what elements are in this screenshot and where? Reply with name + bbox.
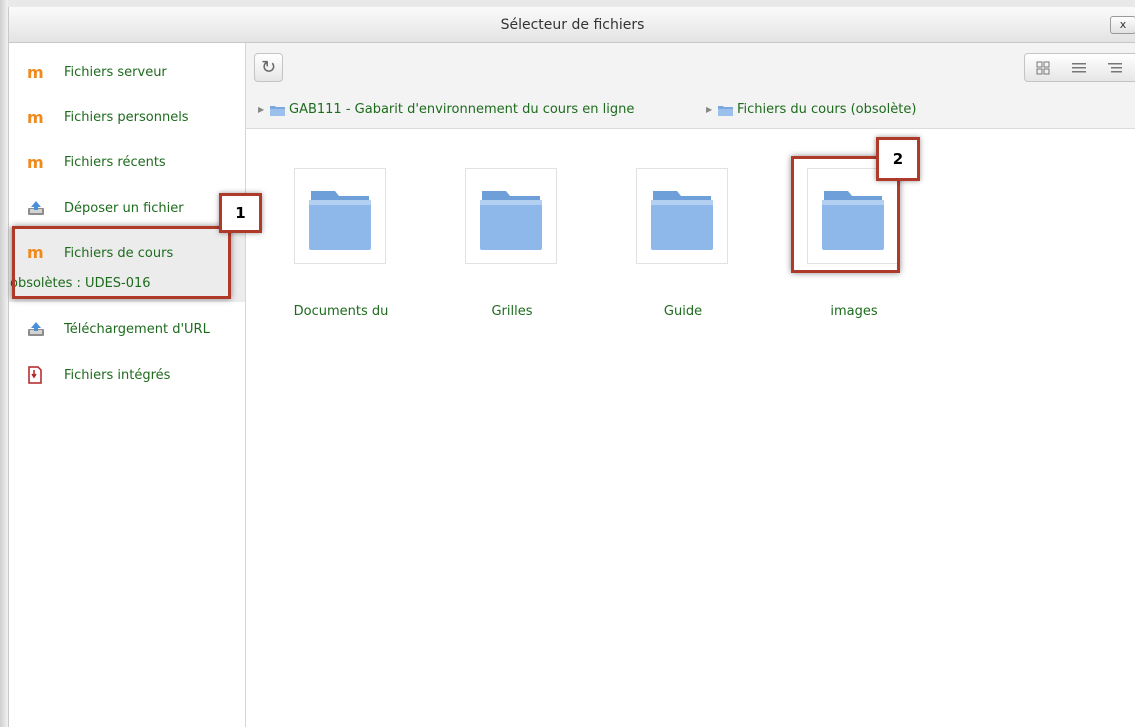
folder-label: images — [830, 304, 878, 319]
background-strip — [0, 0, 1135, 7]
sidebar-item-url-download[interactable]: Téléchargement d'URL — [9, 313, 245, 343]
breadcrumb-item-legacy-files[interactable]: Fichiers du cours (obsolète) — [737, 102, 916, 117]
sidebar-item-label: Déposer un fichier — [64, 201, 184, 216]
close-icon: x — [1119, 18, 1127, 31]
grid-icon — [1036, 61, 1050, 74]
icons-view-button[interactable] — [1025, 54, 1061, 81]
sidebar-item-label: Fichiers personnels — [64, 110, 189, 125]
list-icon — [1072, 62, 1086, 72]
dialog-title: Sélecteur de fichiers — [500, 17, 645, 33]
toolbar: ↻ — [246, 43, 1135, 93]
sidebar-item-label: Fichiers intégrés — [64, 368, 171, 383]
sidebar-item-recent-files[interactable]: m Fichiers récents — [9, 147, 245, 177]
tree-view-button[interactable] — [1097, 54, 1133, 81]
repository-sidebar: m Fichiers serveur m Fichiers personnels… — [9, 43, 246, 727]
sidebar-item-label: Téléchargement d'URL — [64, 322, 210, 337]
folder-icon — [718, 106, 733, 116]
breadcrumb: ▶ GAB111 - Gabarit d'environnement du co… — [246, 93, 1135, 129]
view-switcher — [1024, 53, 1135, 82]
sidebar-item-private-files[interactable]: m Fichiers personnels — [9, 102, 245, 132]
moodle-icon: m — [27, 153, 44, 172]
breadcrumb-separator-icon: ▶ — [706, 105, 713, 114]
tree-icon — [1108, 62, 1122, 72]
file-picker-dialog: Sélecteur de fichiers x m Fichiers serve… — [8, 7, 1135, 727]
list-view-button[interactable] — [1061, 54, 1097, 81]
folder-thumbnail — [636, 168, 728, 264]
folder-icon — [270, 106, 285, 116]
dialog-titlebar: Sélecteur de fichiers x — [9, 7, 1135, 43]
folder-thumbnail — [465, 168, 557, 264]
folder-icon — [480, 191, 542, 250]
sidebar-item-label: Fichiers récents — [64, 155, 166, 170]
refresh-button[interactable]: ↻ — [254, 53, 283, 82]
moodle-icon: m — [27, 63, 44, 82]
breadcrumb-item-course[interactable]: GAB111 - Gabarit d'environnement du cour… — [289, 102, 634, 117]
folder-label: Documents du — [293, 304, 389, 319]
folder-label: Grilles — [491, 304, 533, 319]
folder-icon — [309, 191, 371, 250]
sidebar-item-upload-file[interactable]: Déposer un fichier — [9, 193, 245, 223]
background-shadow — [0, 0, 8, 727]
sidebar-item-label: Fichiers serveur — [64, 65, 167, 80]
folder-thumbnail — [294, 168, 386, 264]
sidebar-item-server-files[interactable]: m Fichiers serveur — [9, 57, 245, 87]
upload-icon — [27, 200, 45, 216]
url-download-icon — [27, 321, 45, 337]
breadcrumb-separator-icon: ▶ — [258, 105, 265, 114]
folder-label: Guide — [663, 304, 703, 319]
sidebar-item-embedded-files[interactable]: Fichiers intégrés — [9, 360, 245, 390]
callout-box-1 — [12, 226, 231, 299]
close-button[interactable]: x — [1110, 16, 1135, 34]
embedded-files-icon — [27, 366, 45, 384]
refresh-icon: ↻ — [260, 57, 277, 78]
callout-number-2: 2 — [876, 137, 920, 181]
main-panel: ↻ ▶ GAB111 - Gabarit d'environnement du … — [246, 43, 1135, 727]
moodle-icon: m — [27, 108, 44, 127]
folder-icon — [651, 191, 713, 250]
